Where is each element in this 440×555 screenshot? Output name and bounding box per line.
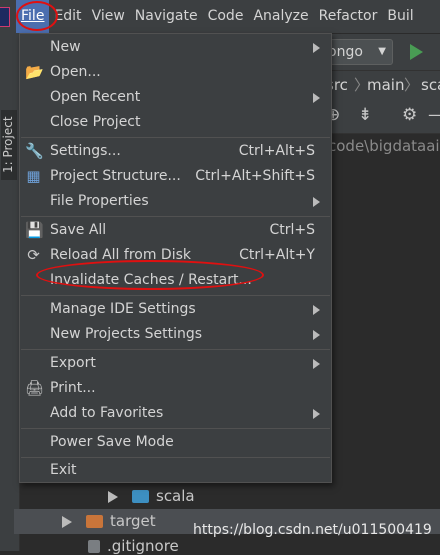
menu-code[interactable]: Code — [203, 0, 249, 33]
menu-item-new-projects-settings[interactable]: New Projects Settings — [20, 322, 331, 347]
gear-icon[interactable]: ⚙ — [402, 105, 417, 125]
menu-item-label: New — [50, 39, 81, 55]
expand-arrow-icon[interactable] — [108, 490, 118, 503]
print-icon: 🖨 — [25, 379, 45, 397]
menu-item-label: File Properties — [50, 193, 149, 209]
menu-item-export[interactable]: Export — [20, 351, 331, 376]
tree-item-label: target — [110, 512, 156, 530]
folder-icon — [132, 490, 149, 503]
menu-item-label: Close Project — [50, 114, 141, 130]
menu-item-project-structure[interactable]: ▦ Project Structure... Ctrl+Alt+Shift+S — [20, 164, 331, 189]
menu-item-new[interactable]: New — [20, 35, 331, 60]
menu-item-label: Add to Favorites — [50, 405, 164, 421]
hide-icon[interactable]: — — [428, 105, 440, 125]
file-menu-dropdown: New 📂 Open... Open Recent Close Project … — [19, 33, 332, 483]
menu-item-shortcut: Ctrl+Alt+S — [238, 143, 315, 159]
menu-view[interactable]: View — [87, 0, 130, 33]
submenu-arrow-icon — [313, 359, 320, 369]
submenu-arrow-icon — [313, 330, 320, 340]
menu-separator — [21, 216, 330, 217]
app-logo-icon — [0, 6, 10, 27]
menu-item-label: Exit — [50, 462, 77, 478]
menu-item-print[interactable]: 🖨 Print... — [20, 376, 331, 401]
menu-item-file-properties[interactable]: File Properties — [20, 189, 331, 214]
menu-item-settings[interactable]: 🔧 Settings... Ctrl+Alt+S — [20, 139, 331, 164]
tree-item-label: .gitignore — [107, 537, 179, 555]
run-config-label: ongo — [328, 44, 363, 60]
menu-item-label: Print... — [50, 380, 96, 396]
menu-item-label: Open Recent — [50, 89, 141, 105]
menu-separator — [21, 428, 330, 429]
menu-item-shortcut: Ctrl+Alt+Y — [239, 247, 315, 263]
menu-item-manage-ide-settings[interactable]: Manage IDE Settings — [20, 297, 331, 322]
menu-item-label: Open... — [50, 64, 101, 80]
menu-item-power-save-mode[interactable]: Power Save Mode — [20, 430, 331, 455]
menu-separator — [21, 349, 330, 350]
menu-item-save-all[interactable]: 💾 Save All Ctrl+S — [20, 218, 331, 243]
submenu-arrow-icon — [313, 43, 320, 53]
tree-item-scala[interactable]: scala — [108, 487, 195, 505]
breadcrumb-main[interactable]: main — [367, 71, 404, 99]
annotation-ellipse — [36, 260, 264, 290]
menu-item-add-to-favorites[interactable]: Add to Favorites — [20, 401, 331, 426]
menu-item-label: Export — [50, 355, 96, 371]
file-icon — [88, 540, 100, 553]
save-icon: 💾 — [25, 221, 44, 239]
breadcrumb-separator-icon: 〉 — [404, 76, 420, 94]
menu-navigate[interactable]: Navigate — [130, 0, 203, 33]
breadcrumb-scala[interactable]: scala — [421, 71, 440, 99]
menu-item-label: Settings... — [50, 143, 121, 159]
menu-item-shortcut: Ctrl+Alt+Shift+S — [195, 168, 315, 184]
reload-icon: ⟳ — [27, 246, 40, 264]
menu-bar: File Edit View Navigate Code Analyze Ref… — [0, 0, 440, 33]
submenu-arrow-icon — [313, 409, 320, 419]
expand-arrow-icon[interactable] — [62, 515, 72, 528]
project-tool-tab[interactable]: 1: Project — [1, 110, 17, 180]
menu-build[interactable]: Buil — [382, 0, 418, 33]
menu-item-open[interactable]: 📂 Open... — [20, 60, 331, 85]
menu-item-label: Manage IDE Settings — [50, 301, 196, 317]
watermark-text: https://blog.csdn.net/u011500419 — [193, 522, 432, 538]
submenu-arrow-icon — [313, 305, 320, 315]
menu-item-label: Project Structure... — [50, 168, 181, 184]
menu-item-open-recent[interactable]: Open Recent — [20, 85, 331, 110]
menu-item-label: New Projects Settings — [50, 326, 203, 342]
tree-item-label: scala — [156, 487, 195, 505]
run-icon[interactable] — [410, 44, 423, 60]
menu-item-label: Power Save Mode — [50, 434, 174, 450]
menu-separator — [21, 137, 330, 138]
chevron-down-icon: ▼ — [378, 46, 386, 57]
project-path-text: code\bigdataai- — [328, 137, 440, 155]
submenu-arrow-icon — [313, 197, 320, 207]
menu-refactor[interactable]: Refactor — [314, 0, 383, 33]
tree-item-gitignore[interactable]: .gitignore — [88, 537, 179, 555]
menu-analyze[interactable]: Analyze — [248, 0, 313, 33]
submenu-arrow-icon — [313, 93, 320, 103]
wrench-icon: 🔧 — [25, 142, 44, 160]
project-structure-icon: ▦ — [26, 167, 41, 185]
menu-item-close-project[interactable]: Close Project — [20, 110, 331, 135]
collapse-all-icon[interactable]: ⇟ — [358, 105, 372, 125]
menu-item-exit[interactable]: Exit — [20, 458, 331, 483]
folder-icon — [86, 515, 103, 528]
menu-item-label: Save All — [50, 222, 107, 238]
tree-item-target[interactable]: target — [62, 512, 156, 530]
annotation-circle — [16, 1, 58, 31]
menu-item-shortcut: Ctrl+S — [269, 222, 315, 238]
folder-open-icon: 📂 — [25, 63, 44, 81]
menu-separator — [21, 295, 330, 296]
